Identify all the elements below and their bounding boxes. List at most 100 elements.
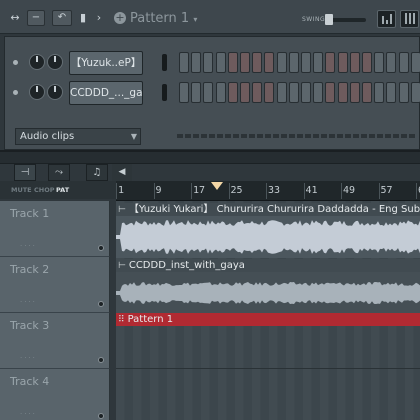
- channel-name-button[interactable]: 【Yuzuk..eP】: [69, 51, 143, 75]
- volume-knob[interactable]: [47, 84, 63, 100]
- audio-clip[interactable]: ⊢ CCDDD_inst_with_gaya: [116, 257, 420, 314]
- pan-knob[interactable]: [29, 54, 45, 70]
- ruler-tick-line: [341, 183, 342, 199]
- channel-led[interactable]: [13, 90, 18, 95]
- step-button[interactable]: [179, 52, 189, 73]
- snap-tool-button[interactable]: ⤳: [48, 164, 70, 181]
- undo-button[interactable]: ↶: [52, 10, 72, 26]
- step-button[interactable]: [374, 82, 385, 103]
- ruler-tick-label: 25: [230, 185, 243, 196]
- step-button[interactable]: [215, 82, 226, 103]
- rack-scrollbar[interactable]: [177, 134, 417, 138]
- minus-button[interactable]: −: [27, 10, 45, 26]
- track-grip[interactable]: ....: [20, 352, 37, 360]
- track-header[interactable]: Track 3....: [0, 313, 110, 369]
- step-button[interactable]: [301, 82, 311, 103]
- top-toolbar: ↔ − ↶ ▮ › + Pattern 1 ▾ SWING: [0, 0, 420, 34]
- pattern-label: Pattern 1: [130, 11, 190, 26]
- ruler-tick-label: 17: [193, 185, 206, 196]
- step-button[interactable]: [349, 82, 360, 103]
- ruler-tick-label: 41: [305, 185, 318, 196]
- step-button[interactable]: [227, 52, 238, 73]
- track-lane[interactable]: [116, 369, 420, 420]
- step-button[interactable]: [240, 52, 250, 73]
- scroll-left-icon[interactable]: ◀: [112, 164, 132, 181]
- step-button[interactable]: [191, 52, 202, 73]
- channel-name-button[interactable]: CCDDD_..._gaya: [69, 81, 143, 105]
- step-button[interactable]: [362, 82, 372, 103]
- ruler-tick-line: [191, 183, 192, 199]
- mixer-track-indicator[interactable]: [162, 84, 167, 101]
- step-button[interactable]: [288, 52, 299, 73]
- pattern-selector[interactable]: + Pattern 1 ▾: [114, 10, 206, 27]
- pattern-clip[interactable]: ⠿ Pattern 1: [116, 313, 420, 368]
- step-button[interactable]: [325, 52, 336, 73]
- track-record-toggle[interactable]: [98, 301, 104, 307]
- step-button[interactable]: [203, 52, 214, 73]
- waveform: [116, 272, 420, 314]
- mode-mute[interactable]: MUTE: [11, 186, 32, 194]
- step-button[interactable]: [410, 82, 420, 103]
- track-header[interactable]: Track 2....: [0, 257, 110, 313]
- step-button[interactable]: [362, 52, 372, 73]
- resize-icon[interactable]: ↔: [8, 10, 22, 26]
- channel-row: 【Yuzuk..eP】: [5, 49, 420, 77]
- mixer-track-indicator[interactable]: [162, 54, 167, 71]
- ruler-tick-label: 49: [343, 185, 356, 196]
- step-button[interactable]: [288, 82, 299, 103]
- mode-pat[interactable]: PAT: [56, 186, 69, 194]
- track-header[interactable]: Track 4....: [0, 369, 110, 420]
- add-pattern-icon[interactable]: +: [114, 12, 126, 24]
- swing-slider-handle[interactable]: [325, 14, 333, 25]
- pattern-nav-icon[interactable]: ▮: [76, 10, 90, 26]
- step-button[interactable]: [203, 82, 214, 103]
- step-button[interactable]: [191, 82, 202, 103]
- step-button[interactable]: [313, 52, 324, 73]
- mode-chop[interactable]: CHOP: [34, 186, 55, 194]
- step-button[interactable]: [325, 82, 336, 103]
- track-grip[interactable]: ....: [20, 296, 37, 304]
- ruler-tick-line: [378, 183, 380, 199]
- track-name: Track 3: [10, 319, 50, 332]
- track-record-toggle[interactable]: [98, 245, 104, 251]
- playhead-marker[interactable]: [211, 182, 223, 190]
- note-icon[interactable]: ♫: [86, 164, 108, 181]
- audio-clip[interactable]: ⊢ 【Yuzuki Yukari】 Chururira Chururira Dad…: [116, 201, 420, 258]
- step-button[interactable]: [374, 52, 385, 73]
- clip-source-dropdown[interactable]: Audio clips ▼: [15, 128, 141, 145]
- chevron-right-icon[interactable]: ›: [92, 10, 106, 26]
- step-button[interactable]: [252, 82, 263, 103]
- ruler-tick-label: 33: [268, 185, 281, 196]
- playlist-menu-button[interactable]: ⊣: [14, 164, 36, 181]
- timeline-ruler[interactable]: 1917253341495765: [116, 181, 420, 201]
- channel-led[interactable]: [13, 60, 18, 65]
- step-button[interactable]: [398, 52, 409, 73]
- step-button[interactable]: [240, 82, 250, 103]
- step-button[interactable]: [179, 82, 189, 103]
- step-button[interactable]: [313, 82, 324, 103]
- step-button[interactable]: [301, 52, 311, 73]
- step-button[interactable]: [252, 52, 263, 73]
- step-button[interactable]: [227, 82, 238, 103]
- step-button[interactable]: [215, 52, 226, 73]
- step-button[interactable]: [386, 82, 397, 103]
- pan-knob[interactable]: [29, 84, 45, 100]
- step-button[interactable]: [398, 82, 409, 103]
- graph-view-button[interactable]: [377, 10, 396, 28]
- step-button[interactable]: [349, 52, 360, 73]
- step-button[interactable]: [410, 52, 420, 73]
- volume-knob[interactable]: [47, 54, 63, 70]
- piano-view-button[interactable]: [400, 10, 419, 28]
- step-button[interactable]: [337, 82, 348, 103]
- track-grip[interactable]: ....: [20, 240, 37, 248]
- track-grip[interactable]: ....: [20, 408, 37, 416]
- step-button[interactable]: [276, 82, 287, 103]
- track-record-toggle[interactable]: [98, 413, 104, 419]
- track-record-toggle[interactable]: [98, 357, 104, 363]
- track-header[interactable]: Track 1....: [0, 201, 110, 257]
- step-button[interactable]: [337, 52, 348, 73]
- step-button[interactable]: [386, 52, 397, 73]
- step-button[interactable]: [276, 52, 287, 73]
- step-button[interactable]: [264, 52, 275, 73]
- step-button[interactable]: [264, 82, 275, 103]
